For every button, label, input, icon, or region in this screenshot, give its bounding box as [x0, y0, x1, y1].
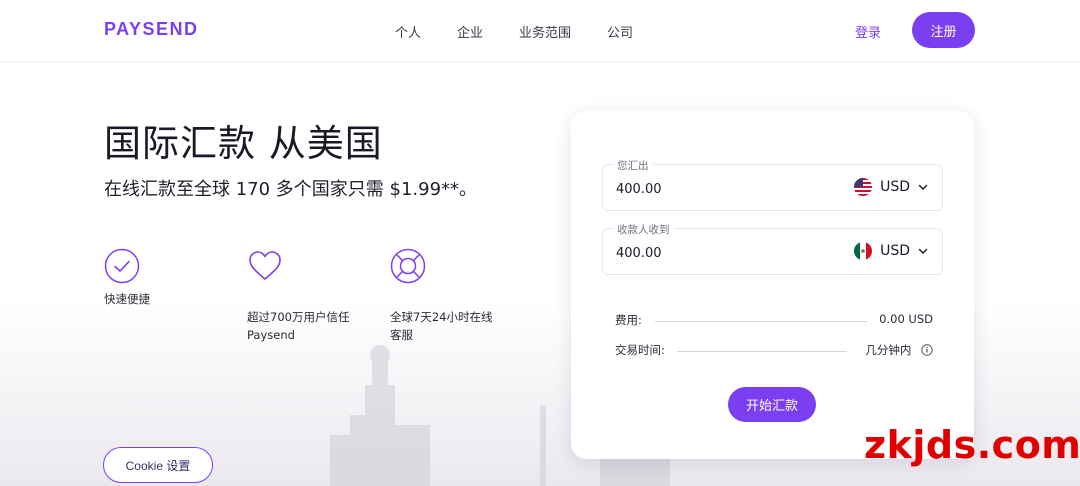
time-divider — [677, 351, 847, 352]
check-circle-icon — [104, 248, 140, 284]
main-nav: 个人 企业 业务范围 公司 — [395, 22, 633, 41]
fee-label: 费用: — [615, 313, 642, 327]
lifebuoy-icon — [390, 248, 426, 284]
paysend-logo[interactable]: PAYSEND — [104, 19, 199, 40]
feature-text: 全球7天24小时在线 客服 — [390, 310, 493, 342]
nav-item-company[interactable]: 公司 — [607, 22, 633, 41]
info-icon[interactable] — [921, 344, 933, 356]
transfer-time-label: 交易时间: — [615, 343, 665, 357]
nav-item-personal[interactable]: 个人 — [395, 22, 421, 41]
heart-icon — [249, 251, 281, 280]
transfer-time-value: 几分钟内 — [865, 343, 912, 357]
transfer-calculator-card: 您汇出 400.00 USD 收款人收到 400.00 USD 费用: 0.00… — [571, 111, 974, 459]
feature-support: 全球7天24小时在线 客服 — [390, 248, 530, 344]
send-currency-select[interactable]: USD — [854, 178, 928, 196]
feature-trusted: 超过700万用户信任 Paysend — [247, 248, 387, 344]
transfer-time-row: 交易时间: 几分钟内 — [615, 342, 933, 360]
us-flag-icon — [854, 178, 873, 196]
page-title: 国际汇款 从美国 — [104, 122, 383, 165]
send-amount-field[interactable]: 您汇出 400.00 USD — [602, 158, 943, 211]
fee-value: 0.00 USD — [879, 312, 933, 326]
transfer-time-value-wrap: 几分钟内 — [865, 342, 933, 358]
mexico-flag-icon — [854, 242, 873, 260]
receive-currency-select[interactable]: USD — [854, 242, 928, 260]
feature-fast: 快速便捷 — [104, 248, 244, 308]
send-currency-code: USD — [880, 179, 910, 195]
send-amount-value[interactable]: 400.00 — [616, 182, 662, 197]
start-transfer-button[interactable]: 开始汇款 — [728, 387, 816, 422]
fee-divider — [655, 321, 867, 322]
receive-amount-label: 收款人收到 — [613, 222, 674, 237]
chevron-down-icon — [918, 248, 928, 254]
nav-item-business[interactable]: 企业 — [457, 22, 483, 41]
chevron-down-icon — [918, 184, 928, 190]
feature-text: 超过700万用户信任 Paysend — [247, 310, 350, 342]
receive-amount-value[interactable]: 400.00 — [616, 246, 662, 261]
send-amount-label: 您汇出 — [613, 158, 653, 173]
top-header: PAYSEND 个人 企业 业务范围 公司 登录 注册 — [0, 0, 1080, 62]
cookie-settings-button[interactable]: Cookie 设置 — [103, 447, 213, 483]
feature-text: 快速便捷 — [104, 292, 150, 306]
signup-button[interactable]: 注册 — [912, 12, 975, 48]
login-link[interactable]: 登录 — [855, 22, 881, 41]
watermark-text: zkjds.com — [864, 423, 1080, 467]
receive-amount-field[interactable]: 收款人收到 400.00 USD — [602, 222, 943, 275]
nav-item-coverage[interactable]: 业务范围 — [519, 22, 571, 41]
fee-row: 费用: 0.00 USD — [615, 312, 933, 330]
receive-currency-code: USD — [880, 243, 910, 259]
page-subtitle: 在线汇款至全球 170 多个国家只需 $1.99**。 — [104, 179, 478, 200]
